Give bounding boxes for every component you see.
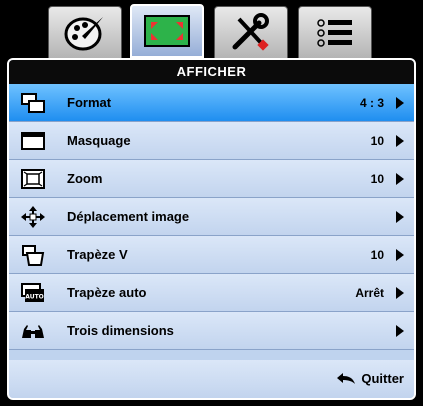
tab-options[interactable] <box>298 6 372 60</box>
move-icon <box>21 206 45 228</box>
panel-title: AFFICHER <box>9 60 414 84</box>
panel-footer: Quitter <box>9 360 414 398</box>
menu-item-masquage[interactable]: Masquage 10 <box>9 122 414 160</box>
quit-label: Quitter <box>361 371 404 386</box>
menu-item-3d[interactable]: Trois dimensions <box>9 312 414 350</box>
return-arrow-icon <box>337 373 356 384</box>
tab-display[interactable] <box>130 4 204 58</box>
arrow-right-icon <box>396 249 404 261</box>
menu-item-label: Format <box>67 95 112 110</box>
menu-item-auto-keystone[interactable]: AUTO Trapèze auto Arrêt <box>9 274 414 312</box>
arrow-right-icon <box>396 211 404 223</box>
auto-keystone-icon: AUTO <box>21 283 44 302</box>
list-icon <box>317 19 352 47</box>
menu-item-label: Trapèze auto <box>67 285 147 300</box>
menu-item-label: Trois dimensions <box>67 323 174 338</box>
3d-glasses-icon <box>22 325 44 338</box>
zoom-icon <box>21 169 45 189</box>
arrow-right-icon <box>396 325 404 337</box>
menu-item-value: Arrêt <box>355 286 384 300</box>
menu-tab-bar <box>48 0 374 64</box>
palette-icon <box>64 17 103 51</box>
menu-item-label: Trapèze V <box>67 247 128 262</box>
keystone-icon <box>22 245 45 266</box>
menu-item-format[interactable]: Format 4 : 3 <box>9 84 414 122</box>
auto-badge-text: AUTO <box>25 294 44 301</box>
tab-picture[interactable] <box>48 6 122 60</box>
menu-item-zoom[interactable]: Zoom 10 <box>9 160 414 198</box>
mask-icon <box>21 132 45 150</box>
menu-item-value: 4 : 3 <box>359 96 384 110</box>
menu-item-label: Déplacement image <box>67 209 190 224</box>
menu-item-value: 10 <box>370 134 384 148</box>
quit-button[interactable]: Quitter <box>337 360 404 398</box>
menu-list: Format 4 : 3 Masquage 10 Zoom 10 Déplace… <box>9 84 414 350</box>
arrow-right-icon <box>396 135 404 147</box>
menu-item-image-shift[interactable]: Déplacement image <box>9 198 414 236</box>
display-menu-panel: AFFICHER Format 4 : 3 Masquage 10 Zoom 1… <box>7 58 416 400</box>
tab-settings[interactable] <box>214 6 288 60</box>
arrow-right-icon <box>396 97 404 109</box>
format-icon <box>21 93 45 113</box>
menu-item-vertical-keystone[interactable]: Trapèze V 10 <box>9 236 414 274</box>
tools-icon <box>232 13 269 51</box>
menu-item-value: 10 <box>370 172 384 186</box>
arrow-right-icon <box>396 173 404 185</box>
menu-item-value: 10 <box>370 248 384 262</box>
arrow-right-icon <box>396 287 404 299</box>
menu-item-label: Masquage <box>67 133 131 148</box>
display-icon <box>144 15 190 47</box>
menu-item-label: Zoom <box>67 171 103 186</box>
